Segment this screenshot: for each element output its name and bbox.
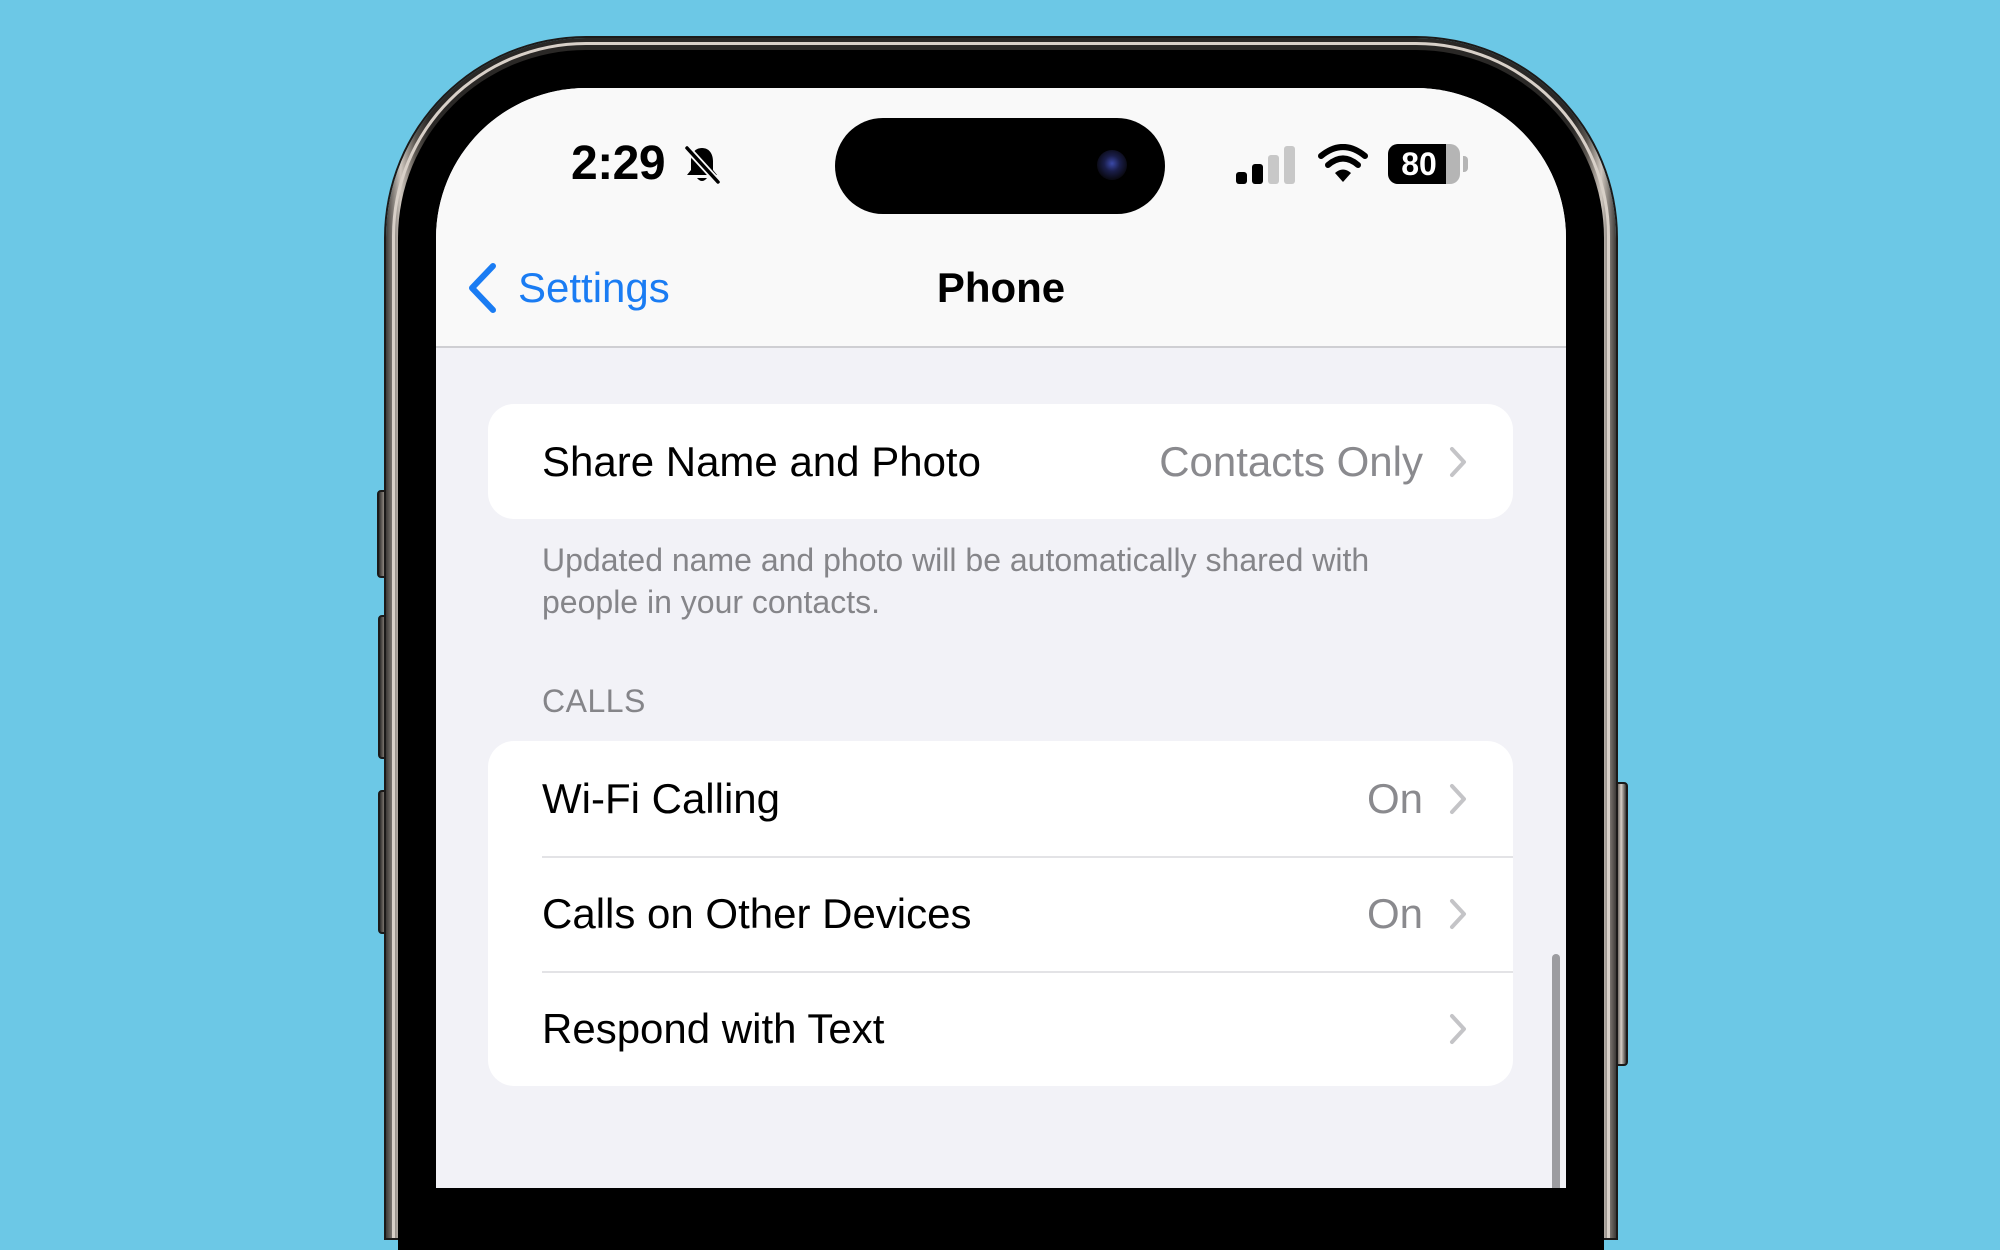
wifi-calling-row[interactable]: Wi-Fi Calling On <box>488 741 1513 856</box>
signal-bar-1 <box>1236 172 1247 184</box>
navigation-header: 2:29 80 Settings Phone <box>436 88 1566 348</box>
chevron-right-icon <box>1450 898 1466 929</box>
front-camera <box>1097 150 1127 180</box>
row-label: Share Name and Photo <box>542 437 981 485</box>
calls-section-header: CALLS <box>542 683 646 719</box>
calls-on-other-devices-row[interactable]: Calls on Other Devices On <box>488 856 1513 971</box>
share-name-photo-row[interactable]: Share Name and Photo Contacts Only <box>488 404 1513 519</box>
chevron-right-icon <box>1450 783 1466 814</box>
cellular-signal-icon <box>1236 146 1295 184</box>
row-label: Respond with Text <box>542 1004 885 1052</box>
phone-screen: 2:29 80 Settings Phone Share Name and Ph… <box>436 88 1566 1188</box>
page-title: Phone <box>936 264 1066 311</box>
battery-cap <box>1463 156 1468 172</box>
chevron-right-icon <box>1450 1013 1466 1044</box>
dynamic-island <box>835 118 1165 214</box>
status-time: 2:29 <box>571 137 666 190</box>
signal-bar-2 <box>1252 164 1263 184</box>
share-card: Share Name and Photo Contacts Only <box>488 404 1513 519</box>
respond-with-text-row[interactable]: Respond with Text <box>488 971 1513 1086</box>
share-footer-note: Updated name and photo will be automatic… <box>542 542 1370 620</box>
bell-slash-icon <box>684 145 721 185</box>
signal-bar-4 <box>1284 146 1295 184</box>
row-value: On <box>1366 774 1423 822</box>
battery-icon: 80 <box>1388 144 1460 184</box>
battery-percent: 80 <box>1401 146 1437 182</box>
chevron-right-icon <box>1450 446 1466 477</box>
row-label: Wi-Fi Calling <box>542 774 781 822</box>
row-value: On <box>1366 889 1423 937</box>
wifi-icon <box>1318 144 1368 182</box>
signal-bar-3 <box>1268 155 1279 184</box>
calls-card: Wi-Fi Calling On Calls on Other Devices … <box>488 741 1513 1086</box>
row-value: Contacts Only <box>1159 437 1423 485</box>
scroll-indicator[interactable] <box>1552 954 1560 1188</box>
row-label: Calls on Other Devices <box>542 889 972 937</box>
